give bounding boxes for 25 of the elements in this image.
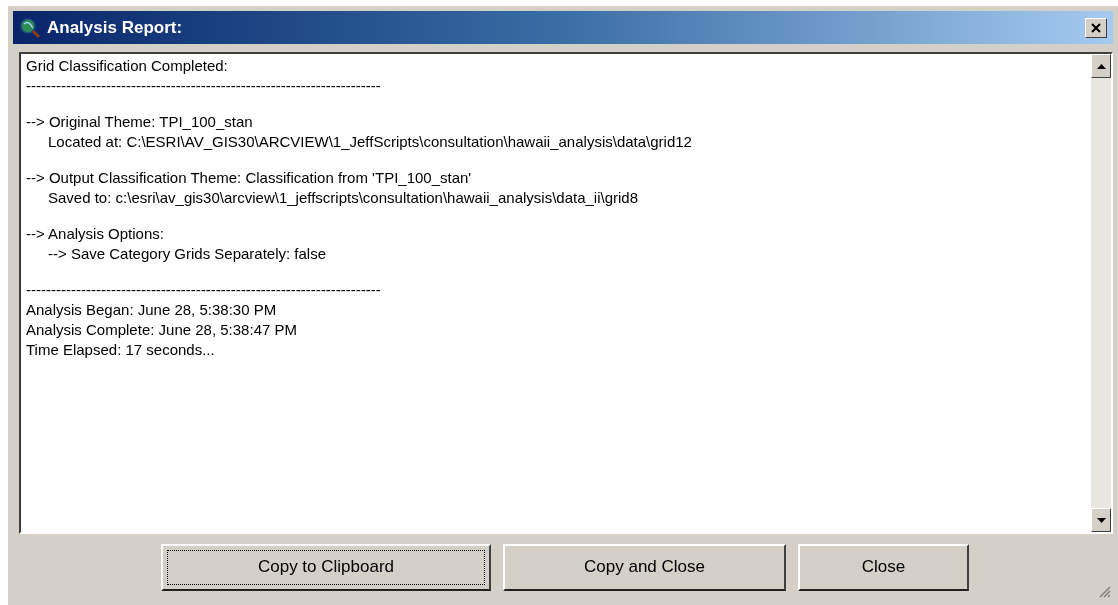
dialog-button[interactable]: Copy to Clipboard bbox=[161, 543, 491, 591]
report-line: Analysis Began: June 28, 5:38:30 PM bbox=[26, 300, 277, 320]
report-line: Saved to: c:\esri\av_gis30\arcview\1_jeffscripts\consultation\hawaii_analysis\data_ii\grid8 bbox=[48, 188, 639, 208]
report-line: --> Save Category Grids Separately: false bbox=[48, 244, 327, 264]
report-line: Grid Classification Completed: bbox=[26, 56, 228, 76]
report-line: Analysis Complete: June 28, 5:38:47 PM bbox=[26, 320, 297, 340]
report-line: Time Elapsed: 17 seconds... bbox=[26, 340, 215, 360]
dialog-button[interactable]: Copy and Close bbox=[503, 543, 786, 591]
up-arrow-icon bbox=[1096, 63, 1106, 69]
report-line: Located at: C:\ESRI\AV_GIS30\ARCVIEW\1_JeffScripts\consultation\hawaii_analysis\data\grid12 bbox=[48, 132, 692, 152]
globe-magnifier-icon bbox=[19, 16, 41, 39]
window-title: Analysis Report: bbox=[47, 16, 184, 39]
dialog-button[interactable]: Close bbox=[798, 543, 969, 591]
scrollbar[interactable] bbox=[1091, 54, 1111, 532]
down-arrow-icon bbox=[1096, 517, 1106, 523]
report-line: --> Analysis Options: bbox=[26, 224, 164, 244]
scroll-up-button[interactable] bbox=[1091, 54, 1111, 78]
report-line: --> Original Theme: TPI_100_stan bbox=[26, 112, 253, 132]
resize-grip-icon bbox=[1097, 584, 1111, 598]
report-line: ----------------------------------------------------------------------- bbox=[26, 280, 381, 300]
close-button[interactable] bbox=[1085, 17, 1107, 38]
scroll-down-button[interactable] bbox=[1091, 508, 1111, 532]
close-icon bbox=[1091, 22, 1101, 33]
report-line: ----------------------------------------------------------------------- bbox=[26, 76, 381, 96]
report-line: --> Output Classification Theme: Classification from 'TPI_100_stan' bbox=[26, 168, 472, 188]
